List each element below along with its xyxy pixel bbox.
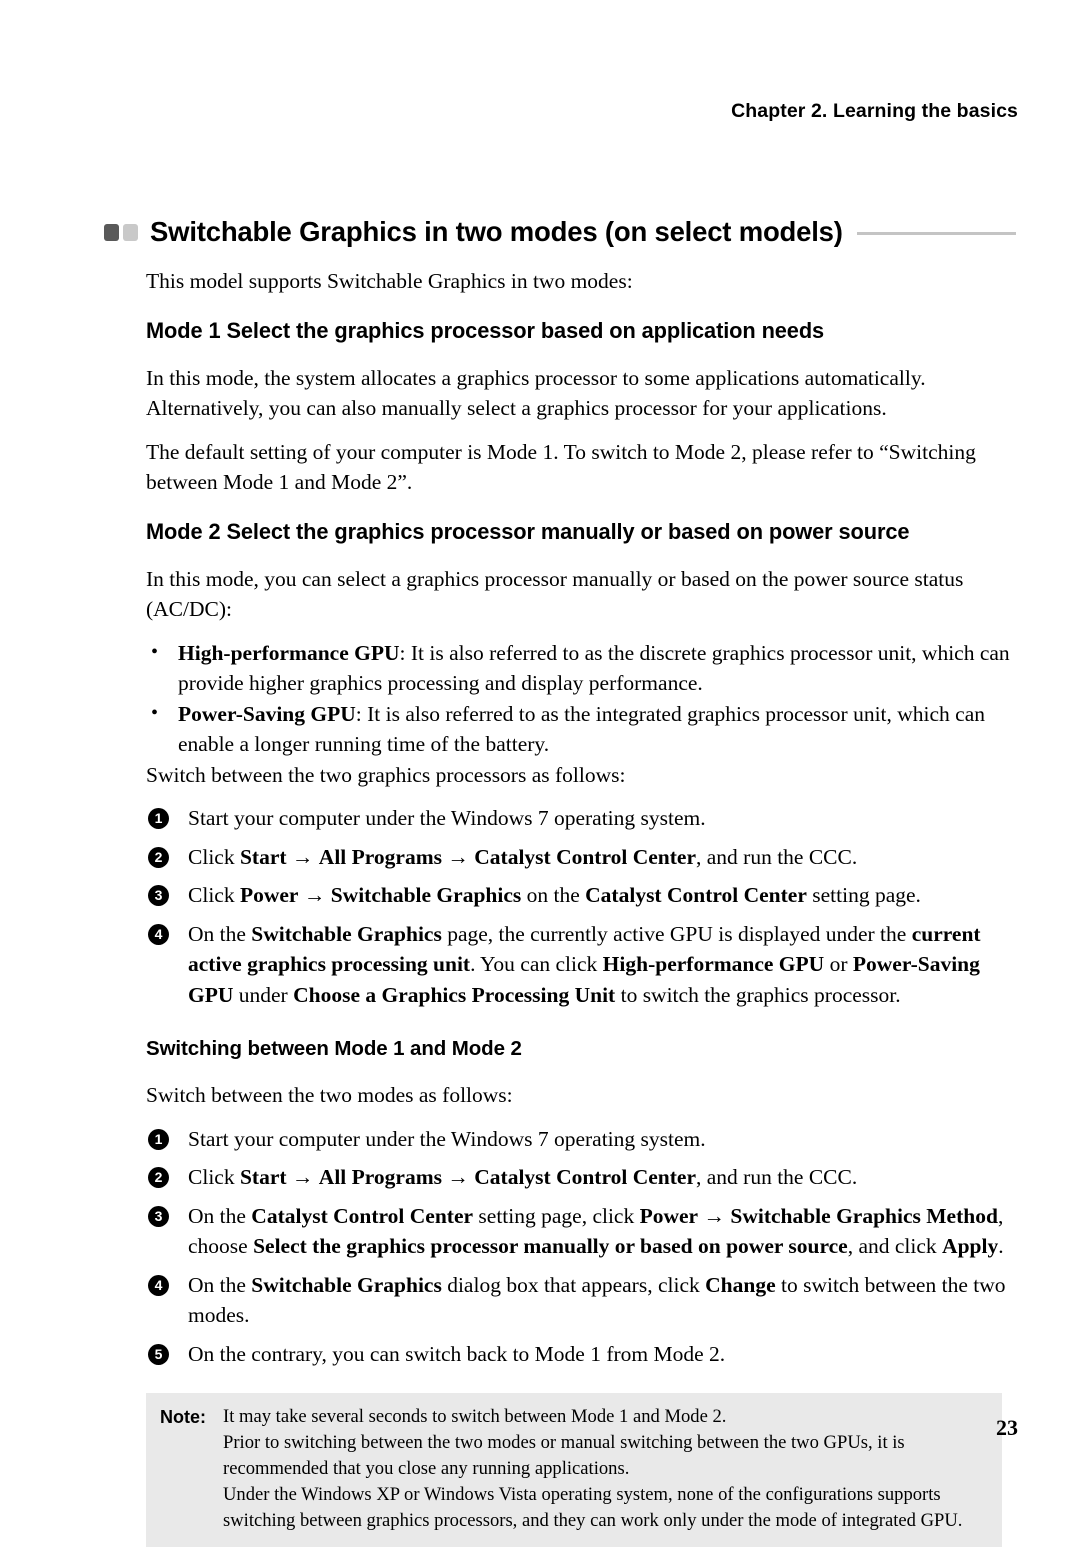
emphasis-text: Switchable Graphics bbox=[330, 883, 522, 907]
numbered-step-item: 4 On the Switchable Graphics page, the cu… bbox=[146, 919, 1014, 1011]
section-title-row: Switchable Graphics in two modes (on sel… bbox=[104, 216, 1020, 248]
square-bullet-light-icon bbox=[123, 223, 138, 241]
plain-text: page, the currently active GPU is displa… bbox=[441, 921, 912, 946]
plain-text: → bbox=[298, 883, 331, 907]
emphasis-text: All Programs bbox=[318, 1165, 443, 1189]
step-number-badge: 4 bbox=[148, 1274, 169, 1296]
emphasis-text: Start bbox=[239, 1165, 287, 1189]
numbered-step-item: 2 Click Start → All Programs → Catalyst C… bbox=[146, 842, 1014, 873]
gpu-bullet-list: High-performance GPU: It is also referre… bbox=[146, 637, 1014, 760]
numbered-step-item: 4 On the Switchable Graphics dialog box t… bbox=[146, 1270, 1014, 1331]
list-item: High-performance GPU: It is also referre… bbox=[146, 637, 1014, 699]
step-number-badge: 4 bbox=[148, 923, 169, 945]
mode1-paragraph-1: In this mode, the system allocates a gra… bbox=[146, 365, 926, 421]
page-number: 23 bbox=[996, 1415, 1018, 1440]
plain-text: Click bbox=[188, 1165, 240, 1189]
bullet-term: High-performance GPU bbox=[178, 640, 400, 665]
title-divider-rule bbox=[856, 231, 1016, 235]
switching-heading: Switching between Mode 1 and Mode 2 bbox=[146, 1037, 522, 1060]
list-item: Power-Saving GPU: It is also referred to… bbox=[146, 698, 1014, 760]
emphasis-text: Change bbox=[705, 1272, 776, 1297]
numbered-step-item: 5 On the contrary, you can switch back to… bbox=[146, 1339, 1014, 1370]
plain-text: On the bbox=[188, 1272, 252, 1297]
running-header-chapter: Chapter 2. Learning the basics bbox=[731, 100, 1018, 122]
step-number-badge: 3 bbox=[148, 885, 169, 906]
plain-text: . bbox=[998, 1234, 1004, 1258]
emphasis-text: Switchable Graphics bbox=[251, 1272, 442, 1297]
plain-text: . You can click bbox=[470, 952, 603, 976]
emphasis-text: Catalyst Control Center bbox=[474, 844, 696, 869]
plain-text: , and run the CCC. bbox=[696, 844, 858, 869]
emphasis-text: Catalyst Control Center bbox=[474, 1165, 696, 1189]
emphasis-text: Switchable Graphics bbox=[251, 921, 442, 946]
emphasis-text: Start bbox=[239, 844, 287, 869]
plain-text: → bbox=[442, 1165, 475, 1189]
bullet-term: Power-Saving GPU bbox=[178, 701, 356, 726]
mode2-lead-in: Switch between the two graphics processo… bbox=[146, 762, 626, 787]
section-intro-paragraph: This model supports Switchable Graphics … bbox=[146, 269, 633, 293]
plain-text: Click bbox=[188, 844, 240, 869]
plain-text: under bbox=[233, 982, 294, 1007]
switching-step-list: 1 Start your computer under the Windows 7… bbox=[146, 1124, 1014, 1370]
numbered-step-item: 1 Start your computer under the Windows 7… bbox=[146, 1124, 1014, 1155]
numbered-step-item: 2 Click Start → All Programs → Catalyst C… bbox=[146, 1162, 1014, 1193]
plain-text: Start your computer under the Windows 7 … bbox=[188, 806, 706, 830]
plain-text: setting page, click bbox=[473, 1203, 640, 1228]
emphasis-text: Switchable Graphics Method bbox=[730, 1203, 998, 1228]
plain-text: or bbox=[824, 952, 853, 976]
mode2-paragraph-1: In this mode, you can select a graphics … bbox=[146, 566, 964, 622]
numbered-step-item: 1 Start your computer under the Windows 7… bbox=[146, 803, 1014, 834]
emphasis-text: Apply bbox=[942, 1234, 999, 1258]
body-column: This model supports Switchable Graphics … bbox=[104, 266, 1020, 1369]
plain-text: setting page. bbox=[806, 883, 921, 907]
plain-text: On the bbox=[188, 921, 252, 946]
plain-text: → bbox=[698, 1203, 731, 1228]
document-page: Chapter 2. Learning the basics Switchabl… bbox=[0, 0, 1080, 1547]
plain-text: → bbox=[286, 1165, 319, 1189]
step-number-badge: 1 bbox=[148, 808, 169, 829]
plain-text: Start your computer under the Windows 7 … bbox=[188, 1126, 706, 1151]
emphasis-text: Choose a Graphics Processing Unit bbox=[293, 982, 616, 1007]
switching-lead-in: Switch between the two modes as follows: bbox=[146, 1083, 513, 1107]
plain-text: Click bbox=[188, 883, 240, 907]
step-number-badge: 3 bbox=[148, 1205, 169, 1227]
plain-text: → bbox=[286, 844, 319, 869]
numbered-step-item: 3 Click Power → Switchable Graphics on th… bbox=[146, 880, 1014, 911]
mode1-heading: Mode 1 Select the graphics processor bas… bbox=[146, 317, 825, 343]
emphasis-text: High-performance GPU bbox=[602, 952, 825, 976]
page-title: Switchable Graphics in two modes (on sel… bbox=[150, 216, 843, 247]
emphasis-text: All Programs bbox=[318, 844, 443, 869]
emphasis-text: Catalyst Control Center bbox=[251, 1203, 474, 1228]
mode1-paragraph-2: The default setting of your computer is … bbox=[146, 439, 976, 495]
step-number-badge: 2 bbox=[148, 1167, 169, 1188]
step-number-badge: 5 bbox=[148, 1343, 169, 1365]
plain-text: On the contrary, you can switch back to … bbox=[188, 1341, 726, 1366]
mode2-step-list: 1 Start your computer under the Windows 7… bbox=[146, 803, 1014, 1010]
emphasis-text: Select the graphics processor manually o… bbox=[253, 1234, 848, 1258]
plain-text: On the bbox=[188, 1203, 252, 1228]
plain-text: → bbox=[442, 844, 475, 869]
plain-text: dialog box that appears, click bbox=[441, 1272, 706, 1297]
plain-text: to switch the graphics processor. bbox=[615, 982, 901, 1007]
emphasis-text: Catalyst Control Center bbox=[585, 883, 807, 907]
numbered-step-item: 3 On the Catalyst Control Center setting … bbox=[146, 1201, 1014, 1262]
step-number-badge: 2 bbox=[148, 846, 169, 868]
plain-text: , and click bbox=[847, 1234, 943, 1258]
plain-text: on the bbox=[521, 883, 586, 907]
step-number-badge: 1 bbox=[148, 1128, 169, 1150]
page-content: Switchable Graphics in two modes (on sel… bbox=[104, 216, 1020, 1547]
emphasis-text: Power bbox=[239, 883, 299, 907]
emphasis-text: Power bbox=[639, 1203, 699, 1228]
note-line: Under the Windows XP or Windows Vista op… bbox=[223, 1484, 963, 1531]
mode2-heading: Mode 2 Select the graphics processor man… bbox=[146, 518, 910, 544]
square-bullet-dark-icon bbox=[104, 223, 119, 241]
plain-text: , and run the CCC. bbox=[696, 1165, 858, 1189]
